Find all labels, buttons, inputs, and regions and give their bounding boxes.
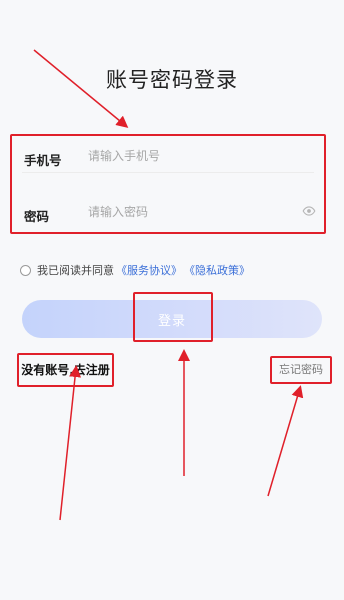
phone-input[interactable] [88,144,278,168]
login-form-box: 手机号 密码 [10,134,326,234]
password-label: 密码 [24,209,50,224]
register-link[interactable]: 没有账号,去注册 [17,353,114,387]
forgot-password-link[interactable]: 忘记密码 [270,356,332,384]
login-button-label: 登录 [157,314,186,329]
agreement-checkbox[interactable] [20,264,31,276]
agreement-row: 我已阅读并同意 《服务协议》 《隐私政策》 [20,262,250,278]
password-field: 密码 [12,186,324,234]
page-title: 账号密码登录 [106,68,238,92]
privacy-policy-link[interactable]: 《隐私政策》 [184,262,250,278]
service-agreement-link[interactable]: 《服务协议》 [116,262,182,278]
phone-label: 手机号 [24,153,62,168]
arrow-to-register [59,365,82,521]
phone-field: 手机号 [12,136,324,184]
password-input[interactable] [88,200,278,224]
arrow-to-forgot [267,385,304,497]
agreement-text: 我已阅读并同意 [37,264,114,277]
field-divider [22,172,314,173]
login-button[interactable]: 登录 [22,300,322,338]
eye-icon[interactable] [302,204,316,218]
